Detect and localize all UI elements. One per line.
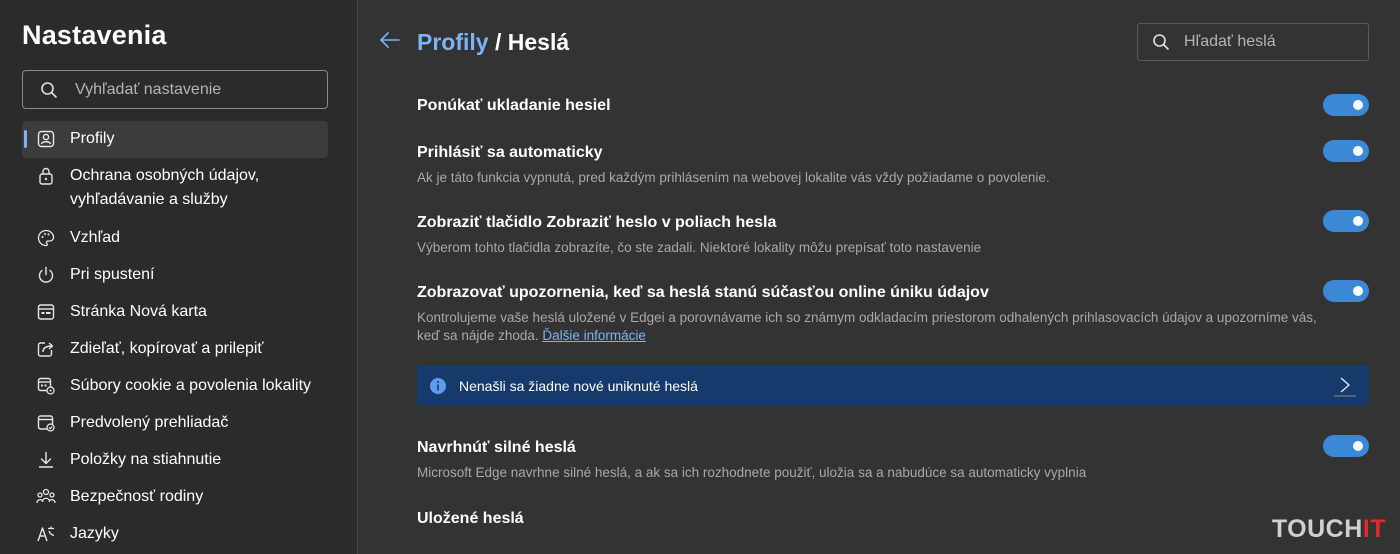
passwords-page: Profily / Heslá Ponúkať ukladanie hesiel… (359, 0, 1400, 554)
reveal-button-toggle[interactable] (1323, 210, 1369, 232)
sidebar-item-label: Položky na stiahnutie (70, 451, 222, 468)
breadcrumb-profiles-link[interactable]: Profily (417, 29, 489, 55)
language-icon (22, 524, 70, 544)
password-search-box[interactable] (1137, 23, 1369, 61)
setting-description: Kontrolujeme vaše heslá uložené v Edgei … (417, 309, 1317, 345)
sidebar-item-downloads[interactable]: Položky na stiahnutie (22, 442, 328, 479)
sidebar-title: Nastavenia (22, 20, 167, 50)
sidebar-item-privacy[interactable]: Ochrana osobných údajov, vyhľadávanie a … (22, 158, 328, 220)
browser-icon (22, 413, 70, 433)
setting-title: Navrhnúť silné heslá (417, 439, 576, 456)
sidebar-item-label: Zdieľať, kopírovať a prilepiť (70, 340, 264, 357)
breadcrumb: Profily / Heslá (417, 29, 569, 56)
watermark-main: TOUCH (1271, 515, 1363, 543)
auto-signin-toggle[interactable] (1323, 140, 1369, 162)
saved-passwords-heading: Uložené heslá (417, 510, 524, 527)
settings-search-input[interactable] (75, 80, 315, 99)
sidebar-item-label: Ochrana osobných údajov, vyhľadávanie a … (70, 167, 260, 208)
sidebar-item-label: Stránka Nová karta (70, 303, 207, 320)
profile-icon (22, 129, 70, 149)
settings-window: Nastavenia Profily Ochrana osobných údaj… (0, 0, 1400, 554)
settings-search-box[interactable] (22, 70, 328, 109)
setting-title: Ponúkať ukladanie hesiel (417, 97, 611, 114)
breadcrumb-separator: / (488, 29, 508, 55)
sidebar-item-cookies[interactable]: Súbory cookie a povolenia lokality (22, 368, 328, 405)
back-arrow-icon[interactable] (379, 30, 401, 55)
sidebar-item-startup[interactable]: Pri spustení (22, 257, 328, 294)
no-leaked-passwords-banner[interactable]: Nenašli sa žiadne nové uniknuté heslá (417, 365, 1369, 406)
sidebar-item-label: Predvolený prehliadač (70, 414, 229, 431)
family-icon (22, 487, 70, 507)
setting-reveal-button: Zobraziť tlačidlo Zobraziť heslo v polia… (417, 210, 1369, 257)
watermark-accent: IT (1362, 515, 1386, 543)
sidebar-item-label: Profily (70, 130, 115, 147)
setting-description: Výberom tohto tlačidla zobrazíte, čo ste… (417, 240, 982, 255)
sidebar-item-family[interactable]: Bezpečnosť rodiny (22, 479, 328, 516)
sidebar-item-label: Jazyky (70, 525, 119, 542)
suggest-strong-toggle[interactable] (1323, 435, 1369, 457)
setting-title: Zobrazovať upozornenia, keď sa heslá sta… (417, 284, 989, 301)
lock-icon (22, 166, 70, 186)
page-title: Heslá (507, 29, 570, 55)
chevron-right-icon (1333, 375, 1357, 402)
search-icon (23, 81, 75, 99)
sidebar-item-new-tab[interactable]: Stránka Nová karta (22, 294, 328, 331)
password-search-input[interactable] (1184, 33, 1354, 51)
sidebar-item-label: Vzhľad (70, 229, 121, 246)
sidebar-item-profiles[interactable]: Profily (22, 121, 328, 158)
banner-text: Nenašli sa žiadne nové uniknuté heslá (459, 377, 698, 394)
download-icon (22, 450, 70, 470)
sidebar-item-languages[interactable]: Jazyky (22, 516, 328, 553)
sidebar-item-share[interactable]: Zdieľať, kopírovať a prilepiť (22, 331, 328, 368)
sidebar-item-label: Súbory cookie a povolenia lokality (70, 377, 312, 394)
touchit-watermark-logo: TOUCHIT (1272, 515, 1386, 544)
saved-passwords-section: Uložené heslá (417, 509, 1369, 529)
setting-leak-alerts: Zobrazovať upozornenia, keď sa heslá sta… (417, 280, 1369, 345)
setting-description: Ak je táto funkcia vypnutá, pred každým … (417, 170, 1050, 185)
sidebar-item-default-browser[interactable]: Predvolený prehliadač (22, 405, 328, 442)
setting-description: Microsoft Edge navrhne silné heslá, a ak… (417, 465, 1087, 480)
sidebar-item-label: Bezpečnosť rodiny (70, 488, 204, 505)
search-icon (1138, 33, 1184, 51)
setting-title: Zobraziť tlačidlo Zobraziť heslo v polia… (417, 214, 777, 231)
info-icon (417, 377, 459, 395)
cookie-icon (22, 376, 70, 396)
setting-suggest-strong: Navrhnúť silné heslá Microsoft Edge navr… (417, 435, 1369, 482)
sidebar-item-appearance[interactable]: Vzhľad (22, 220, 328, 257)
setting-title: Prihlásiť sa automaticky (417, 144, 603, 161)
palette-icon (22, 228, 70, 248)
power-icon (22, 265, 70, 285)
sidebar-item-label: Pri spustení (70, 266, 155, 283)
learn-more-link[interactable]: Ďalšie informácie (542, 328, 646, 343)
setting-auto-signin: Prihlásiť sa automaticky Ak je táto funk… (417, 140, 1369, 187)
sidebar-nav: Profily Ochrana osobných údajov, vyhľadá… (22, 121, 328, 553)
sidebar: Nastavenia Profily Ochrana osobných údaj… (0, 0, 358, 554)
leak-alerts-toggle[interactable] (1323, 280, 1369, 302)
setting-offer-save: Ponúkať ukladanie hesiel (417, 94, 1369, 116)
share-icon (22, 339, 70, 359)
new-tab-icon (22, 302, 70, 322)
offer-save-toggle[interactable] (1323, 94, 1369, 116)
